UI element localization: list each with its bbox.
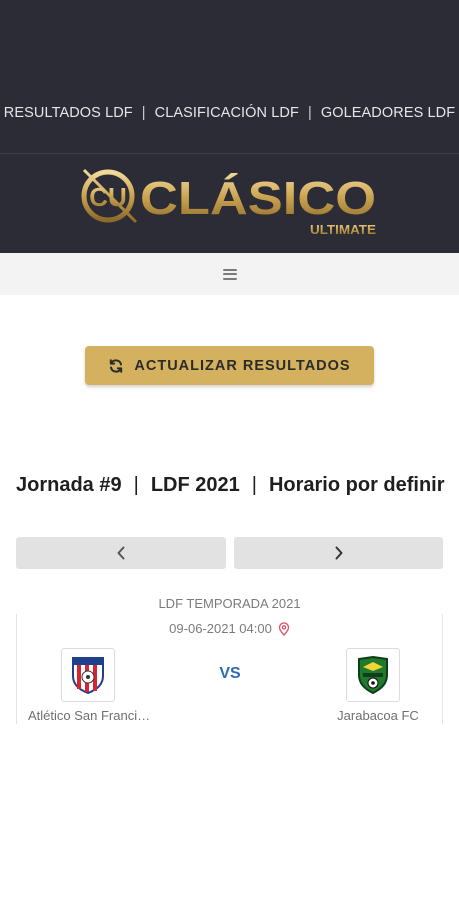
hamburger-menu-icon[interactable] — [222, 268, 237, 280]
away-team-name[interactable]: Jarabacoa FC — [326, 708, 430, 723]
clasico-ultimate-logo[interactable]: CU CLÁSICO ULTIMATE — [78, 164, 382, 238]
match-season: LDF TEMPORADA 2021 — [158, 596, 301, 611]
menu-bar — [0, 253, 459, 295]
refresh-results-label: ACTUALIZAR RESULTADOS — [134, 357, 351, 374]
chevron-left-icon — [117, 546, 125, 560]
jornada-label: Jornada #9 — [16, 474, 122, 496]
logo-emblem-text: CU — [89, 182, 127, 212]
header-divider — [0, 153, 459, 154]
match-datetime: 09-06-2021 04:00 — [169, 621, 272, 636]
match-datetime-row: 09-06-2021 04:00 — [16, 621, 443, 636]
map-pin-icon[interactable] — [278, 621, 290, 636]
next-round-button[interactable] — [234, 537, 443, 569]
previous-round-button[interactable] — [16, 537, 226, 569]
logo-sub-text: ULTIMATE — [310, 222, 376, 237]
atletico-san-francisco-crest-icon — [72, 657, 104, 695]
jarabacoa-fc-crest-icon — [358, 655, 388, 695]
match-card[interactable]: LDF TEMPORADA 2021 09-06-2021 04:00 VS A… — [16, 588, 443, 724]
versus-label: VS — [219, 665, 241, 682]
nav-goleadores-ldf[interactable]: GOLEADORES LDF — [318, 105, 458, 121]
league-label: LDF 2021 — [150, 474, 240, 496]
heading-separator: | — [133, 474, 139, 496]
away-team-crest[interactable] — [346, 648, 400, 702]
home-team-name[interactable]: Atlético San Francisco — [28, 708, 152, 723]
home-team-crest[interactable] — [61, 648, 115, 702]
logo-main-text: CLÁSICO — [140, 172, 376, 224]
nav-clasificacion-ldf[interactable]: CLASIFICACIÓN LDF — [152, 105, 302, 121]
top-nav: RESULTADOS LDF | CLASIFICACIÓN LDF | GOL… — [0, 96, 459, 130]
refresh-results-button[interactable]: ACTUALIZAR RESULTADOS — [85, 346, 374, 385]
nav-separator: | — [141, 105, 146, 121]
schedule-label: Horario por definir — [268, 474, 445, 496]
chevron-right-icon — [335, 546, 342, 560]
heading-separator: | — [251, 474, 257, 496]
round-heading: Jornada #9 | LDF 2021 | Horario por definir — [16, 472, 446, 499]
nav-resultados-ldf[interactable]: RESULTADOS LDF — [1, 105, 136, 121]
refresh-icon — [110, 358, 123, 373]
nav-separator: | — [307, 105, 312, 121]
